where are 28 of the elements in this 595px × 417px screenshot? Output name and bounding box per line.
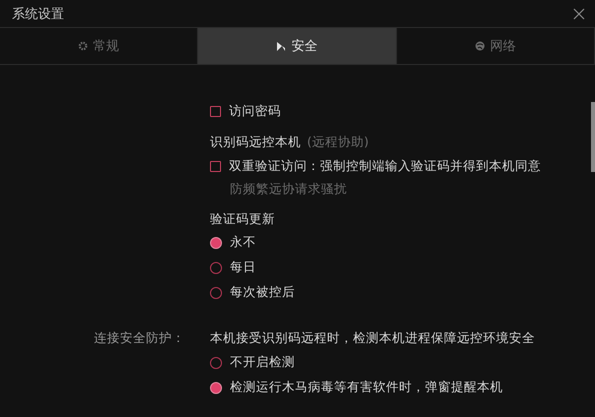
checkbox-label: 双重验证访问：强制控制端输入验证码并得到本机同意 [229,158,541,175]
close-icon[interactable] [573,8,585,20]
radio-label: 每次被控后 [230,284,295,301]
flag-icon [276,40,286,52]
radio-button[interactable] [210,236,222,248]
radio-label: 每日 [230,259,256,276]
radio-button[interactable] [210,356,222,368]
radio-label: 检测运行木马病毒等有害软件时，弹窗提醒本机 [230,379,503,396]
radio-button[interactable] [210,286,222,298]
window-title: 系统设置 [12,6,64,22]
tab[interactable]: 安全 [198,28,397,64]
checkbox-label: 访问密码 [229,103,281,120]
scrollbar-thumb[interactable] [591,102,595,172]
radio-button[interactable] [210,262,222,274]
section-note: (远程协助) [307,134,369,150]
hint-text: 防频繁远协请求骚扰 [229,180,348,198]
radio-label: 不开启检测 [230,354,295,371]
globe-icon [474,41,485,51]
tab[interactable]: 网络 [396,28,595,64]
section-title: 验证码更新 [210,210,275,228]
gear-icon [78,41,88,51]
setting-label: 连接安全防护： [93,329,185,347]
radio-label: 永不 [230,234,256,251]
checkbox[interactable] [210,161,221,172]
section-title: 识别码远控本机 [210,134,301,150]
radio-button[interactable] [210,382,222,394]
setting-description: 本机接受识别码远程时，检测本机进程保障远控环境安全 [210,329,535,347]
checkbox[interactable] [210,106,221,117]
